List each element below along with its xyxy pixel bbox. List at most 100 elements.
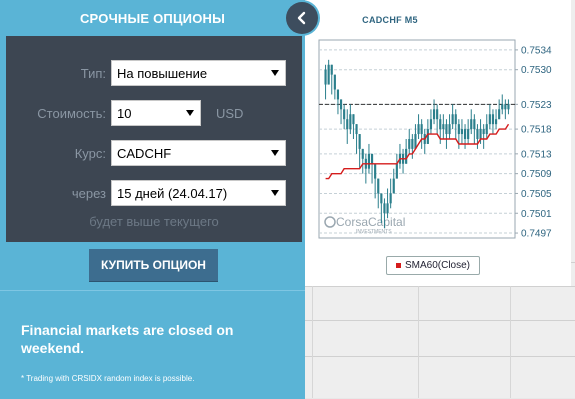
- expiry-label: через: [71, 186, 106, 201]
- rate-label: Курс:: [74, 146, 106, 161]
- cost-row: Стоимость: 10 USD: [6, 100, 302, 128]
- candle-body: [389, 193, 392, 204]
- chevron-left-icon: [297, 11, 306, 25]
- y-tick-label: 0.7497: [521, 229, 552, 240]
- candle-body: [324, 69, 327, 85]
- candle-body: [395, 163, 398, 179]
- candle-body: [467, 129, 470, 139]
- y-tick-label: 0.7501: [521, 209, 552, 220]
- candle-body: [429, 119, 433, 130]
- candle-body: [463, 129, 467, 139]
- type-label: Тип:: [80, 66, 106, 81]
- candle-body: [374, 163, 377, 179]
- candle-body: [361, 148, 364, 159]
- cost-select-value: 10: [117, 106, 132, 121]
- candle-body: [358, 134, 361, 149]
- option-form: Тип: На повышение Стоимость: 10 USD Курс…: [6, 36, 302, 242]
- rate-select[interactable]: CADCHF: [111, 140, 286, 166]
- candle-body: [333, 74, 336, 90]
- dropdown-arrow-icon: [271, 70, 279, 76]
- dropdown-arrow-icon: [186, 110, 194, 116]
- y-tick-label: 0.7534: [521, 45, 552, 56]
- candle-body: [439, 119, 442, 130]
- y-tick-label: 0.7518: [521, 125, 552, 136]
- candle-body: [451, 114, 454, 125]
- y-tick-label: 0.7509: [521, 169, 552, 180]
- candle-body: [343, 109, 346, 120]
- collapse-button[interactable]: [286, 2, 318, 34]
- type-select[interactable]: На повышение: [111, 60, 286, 86]
- y-tick-label: 0.7505: [521, 189, 552, 200]
- candle-body: [470, 119, 473, 130]
- candle-body: [491, 114, 495, 125]
- watermark-logo: CorsaCapital: [336, 215, 405, 229]
- chart-panel: CADCHF M5 0.7534 0.7530 0.7523 0.7518 0.7513…: [305, 0, 571, 286]
- candle-body: [498, 109, 501, 120]
- candle-body: [442, 124, 445, 130]
- candle-body: [479, 129, 482, 139]
- candle-body: [507, 104, 510, 110]
- candle-body: [383, 203, 386, 214]
- widget-title: СРОЧНЫЕ ОПЦИОНЫ: [79, 10, 226, 26]
- candle-body: [408, 139, 411, 149]
- buy-option-button[interactable]: КУПИТЬ ОПЦИОН: [89, 249, 218, 281]
- y-tick-label: 0.7513: [521, 149, 552, 160]
- candle-body: [432, 109, 436, 120]
- expiry-row: через 15 дней (24.04.17): [6, 180, 302, 208]
- watermark-subtitle: INVESTMENTS: [356, 229, 392, 235]
- dropdown-arrow-icon: [271, 190, 279, 196]
- candle-body: [494, 119, 498, 125]
- candle-body: [482, 129, 485, 135]
- cost-label: Стоимость:: [37, 106, 106, 121]
- candle-body: [501, 104, 504, 110]
- candle-body: [330, 64, 333, 75]
- market-closed-title: Financial markets are closed on weekend.: [21, 322, 234, 356]
- sma-legend-label: SMA60(Close): [404, 260, 471, 271]
- y-tick-label: 0.7523: [521, 100, 552, 111]
- candle-body: [504, 104, 507, 110]
- candle-body: [448, 124, 451, 135]
- expiry-select[interactable]: 15 дней (24.04.17): [111, 180, 286, 206]
- price-chart[interactable]: 0.7534 0.7530 0.7523 0.7518 0.7513 0.7509 0.75…: [305, 0, 571, 286]
- candle-body: [386, 203, 389, 214]
- type-select-value: На повышение: [117, 66, 208, 81]
- candle-body: [370, 153, 374, 164]
- candle-body: [339, 99, 343, 110]
- condition-hint: будет выше текущего: [89, 214, 219, 229]
- candle-body: [460, 129, 464, 135]
- candle-body: [417, 124, 420, 135]
- market-closed-notice: Financial markets are closed on weekend.…: [0, 290, 305, 399]
- candle-body: [411, 139, 414, 149]
- cost-select[interactable]: 10: [111, 100, 201, 126]
- chart-legend: SMA60(Close): [386, 256, 480, 275]
- expiry-select-value: 15 дней (24.04.17): [117, 186, 228, 201]
- candle-body: [349, 114, 352, 130]
- candle-body: [346, 119, 349, 130]
- candle-body: [367, 153, 371, 169]
- market-closed-note: * Trading with CRSIDX random index is po…: [21, 374, 195, 383]
- candle-body: [355, 124, 358, 135]
- dropdown-arrow-icon: [271, 150, 279, 156]
- candle-body: [405, 148, 408, 164]
- candle-body: [454, 114, 457, 125]
- candle-body: [352, 114, 355, 125]
- candle-body: [380, 193, 383, 204]
- sma-legend-swatch: [395, 263, 401, 268]
- candle-body: [420, 124, 423, 135]
- rate-select-value: CADCHF: [117, 146, 172, 161]
- currency-label: USD: [216, 106, 244, 121]
- candle-body: [473, 119, 476, 130]
- candle-body: [488, 114, 491, 125]
- candle-body: [336, 89, 340, 100]
- options-widget: СРОЧНЫЕ ОПЦИОНЫ Тип: На повышение Стоимо…: [0, 0, 305, 399]
- rate-row: Курс: CADCHF: [6, 140, 302, 168]
- y-tick-label: 0.7530: [521, 65, 552, 76]
- candle-body: [392, 178, 395, 194]
- candle-body: [327, 64, 330, 85]
- candle-body: [457, 124, 460, 135]
- candle-body: [436, 109, 439, 120]
- candle-body: [476, 129, 479, 139]
- candle-body: [485, 124, 488, 135]
- candle-body: [377, 178, 380, 194]
- candle-body: [445, 124, 448, 135]
